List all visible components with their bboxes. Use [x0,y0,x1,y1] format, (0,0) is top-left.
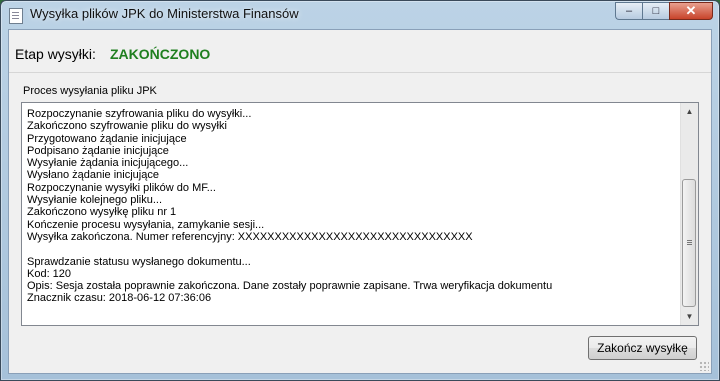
maximize-button[interactable]: □ [642,2,669,20]
log-line: Opis: Sesja została poprawnie zakończona… [27,280,553,293]
grip-icon [687,240,692,241]
title-bar[interactable]: Wysyłka plików JPK do Ministerstwa Finan… [1,1,719,29]
window-controls: – □ ✕ [615,2,713,21]
log-line: Zakończono szyfrowanie pliku do wysyłki [27,120,227,133]
stage-label: Etap wysyłki: [15,46,96,62]
app-icon [9,8,23,24]
log-content: Rozpoczynanie szyfrowania pliku do wysył… [27,108,682,305]
log-line: Wysyłanie kolejnego pliku... [27,194,163,207]
log-line: Wysłano żądanie inicjujące [27,169,159,182]
maximize-icon: □ [652,5,660,17]
log-line: Zakończono wysyłkę pliku nr 1 [27,206,177,219]
main-window: Wysyłka plików JPK do Ministerstwa Finan… [0,0,720,381]
log-line: Wysyłka zakończona. Numer referencyjny: … [27,230,473,243]
log-textbox[interactable]: Rozpoczynanie szyfrowania pliku do wysył… [21,102,699,326]
scroll-down-icon[interactable]: ▼ [681,308,698,325]
window-title: Wysyłka plików JPK do Ministerstwa Finan… [30,6,299,21]
minimize-button[interactable]: – [615,2,642,20]
divider [9,72,711,73]
close-button[interactable]: ✕ [669,2,713,20]
log-line: Znacznik czasu: 2018-06-12 07:36:06 [27,292,212,305]
log-line: Kod: 120 [27,267,72,280]
dialog-body: Etap wysyłki: ZAKOŃCZONO Proces wysyłani… [8,29,712,374]
scroll-thumb[interactable] [682,179,696,307]
vertical-scrollbar[interactable]: ▲ ▼ [680,103,698,325]
log-line: Wysyłanie żądania inicjującego... [27,157,189,170]
log-line: Rozpoczynanie szyfrowania pliku do wysył… [27,108,252,120]
minimize-icon: – [625,5,633,17]
scroll-up-icon[interactable]: ▲ [681,103,698,120]
log-line: Kończenie procesu wysyłania, zamykanie s… [27,218,265,231]
close-icon: ✕ [685,3,697,18]
finish-sending-button[interactable]: Zakończ wysyłkę [588,336,697,360]
log-line: Przygotowano żądanie inicjujące [27,132,187,145]
log-line: Sprawdzanie statusu wysłanego dokumentu.… [27,255,251,268]
resize-grip-icon[interactable] [699,361,709,371]
log-line: Rozpoczynanie wysyłki plików do MF... [27,181,216,194]
log-group-label: Proces wysyłania pliku JPK [23,85,157,97]
stage-status: ZAKOŃCZONO [110,46,211,62]
log-line: Podpisano żądanie inicjujące [27,144,169,157]
